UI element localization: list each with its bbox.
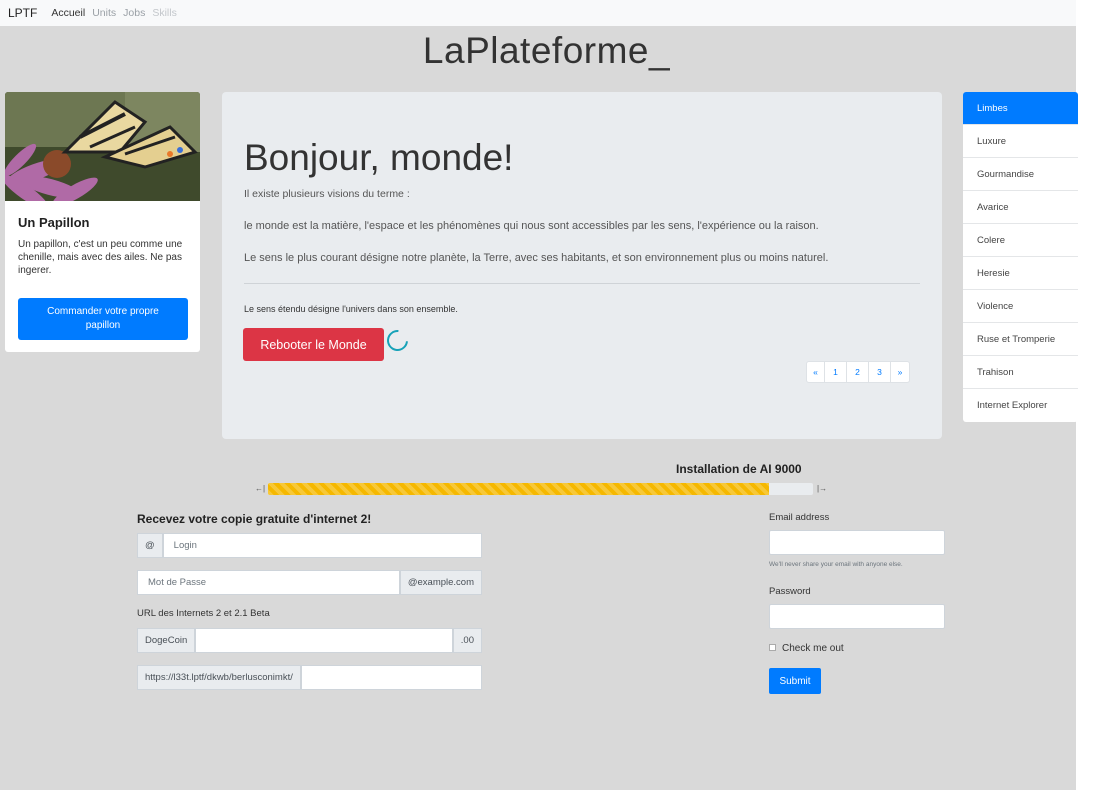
at-icon: @ [137,533,163,558]
progress-end-arrow-icon: |→ [817,484,828,493]
password-input[interactable]: Mot de Passe [137,570,400,595]
list-item-limbes[interactable]: Limbes [963,92,1078,125]
internet2-form-heading: Recevez votre copie gratuite d'internet … [137,512,372,526]
nav-link-units[interactable]: Units [92,7,116,19]
url-input-group: https://l33t.lptf/dkwb/berlusconimkt/ [137,665,482,690]
password-input-group: Mot de Passe @example.com [137,570,482,595]
login-input-group: @ Login [137,533,482,558]
dogecoin-addon: DogeCoin [137,628,196,653]
site-title: LaPlateforme_ [422,30,671,71]
jumbotron-divider [244,283,920,284]
pagination-previous[interactable]: « [807,362,825,382]
nav-link-jobs[interactable]: Jobs [123,7,145,19]
pagination: « 1 2 3 » [806,361,910,383]
url-label: URL des Internets 2 et 2.1 Beta [137,608,270,619]
navbar-brand[interactable]: LPTF [8,6,37,20]
nav-link-accueil[interactable]: Accueil [51,7,85,19]
butterfly-image [5,92,200,201]
card-title: Un Papillon [18,215,90,230]
progress-label: Installation de AI 9000 [676,462,802,476]
decimal-addon: .00 [452,628,482,653]
email-field[interactable] [769,530,945,555]
circles-list: Limbes Luxure Gourmandise Avarice Colere… [963,92,1078,422]
butterfly-card: Un Papillon Un papillon, c'est un peu co… [5,92,200,352]
email-domain-addon: @example.com [399,570,482,595]
check-me-out-checkbox[interactable] [769,644,776,651]
list-item-trahison[interactable]: Trahison [963,356,1078,389]
pagination-next[interactable]: » [891,362,909,382]
jumbotron-note: Le sens étendu désigne l'univers dans so… [244,304,458,314]
install-progress-bar [268,483,770,495]
top-navbar: LPTF Accueil Units Jobs Skills [0,0,1076,26]
list-item-avarice[interactable]: Avarice [963,191,1078,224]
password-label: Password [769,586,811,597]
jumbotron: Bonjour, monde! Il existe plusieurs visi… [222,92,942,439]
url-input[interactable] [300,665,482,690]
login-input[interactable]: Login [162,533,482,558]
page-scrollbar-area [1076,0,1093,790]
install-progress [268,483,813,495]
dogecoin-amount-input[interactable] [195,628,453,653]
pagination-page-1[interactable]: 1 [825,362,847,382]
nav-link-skills: Skills [152,7,177,19]
jumbotron-title: Bonjour, monde! [244,137,514,178]
email-label: Email address [769,512,830,523]
url-prefix-addon: https://l33t.lptf/dkwb/berlusconimkt/ [137,665,301,690]
list-item-ruse-et-tromperie[interactable]: Ruse et Tromperie [963,323,1078,356]
jumbotron-intro: Il existe plusieurs visions du terme : [244,188,410,200]
email-help-text: We'll never share your email with anyone… [769,561,903,568]
card-text: Un papillon, c'est un peu comme une chen… [18,239,183,276]
dogecoin-input-group: DogeCoin .00 [137,628,482,653]
list-item-gourmandise[interactable]: Gourmandise [963,158,1078,191]
progress-start-arrow-icon: ←| [255,484,266,493]
list-item-luxure[interactable]: Luxure [963,125,1078,158]
loading-spinner-icon [382,325,413,356]
password-field[interactable] [769,604,945,629]
pagination-page-2[interactable]: 2 [847,362,869,382]
jumbotron-lead-2: Le sens le plus courant désigne notre pl… [244,252,829,264]
list-item-internet-explorer[interactable]: Internet Explorer [963,389,1078,422]
reboot-world-button[interactable]: Rebooter le Monde [243,328,384,361]
list-item-violence[interactable]: Violence [963,290,1078,323]
check-me-out-label[interactable]: Check me out [782,643,844,654]
pagination-page-3[interactable]: 3 [869,362,891,382]
list-item-colere[interactable]: Colere [963,224,1078,257]
jumbotron-lead-1: le monde est la matière, l'espace et les… [244,220,819,232]
submit-button[interactable]: Submit [769,668,821,694]
order-butterfly-button[interactable]: Commander votre propre papillon [18,298,188,340]
list-item-heresie[interactable]: Heresie [963,257,1078,290]
